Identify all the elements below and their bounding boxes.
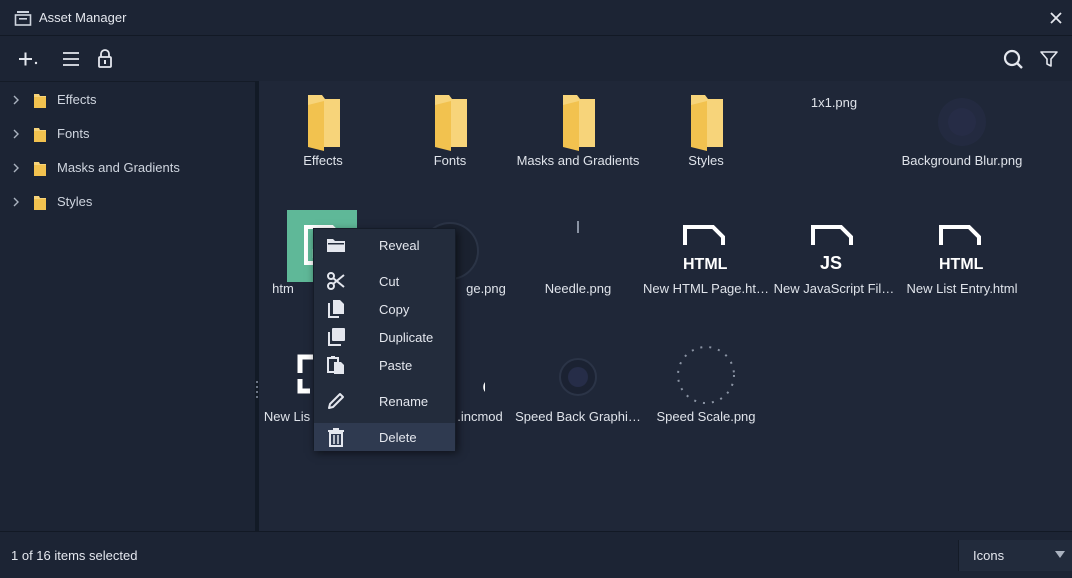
asset-name: 1x1.png: [810, 95, 858, 110]
image-thumbnail-icon: [938, 98, 986, 146]
status-bar: 1 of 16 items selected Icons: [0, 531, 1072, 578]
asset-name: Styles: [688, 153, 724, 168]
asset-folder-styles[interactable]: Styles: [642, 83, 770, 203]
asset-name: New JavaScript Fil…: [773, 281, 895, 296]
context-menu: Reveal Cut Copy Duplicate Paste Rename D…: [313, 228, 456, 451]
view-mode-select[interactable]: Icons: [958, 540, 1072, 571]
toolbar: [0, 37, 1072, 81]
image-thumbnail-icon: [577, 221, 579, 233]
html-file-icon: HTML: [939, 225, 984, 273]
tree-item-label: Masks and Gradients: [57, 160, 180, 175]
menu-item-paste[interactable]: Paste: [314, 351, 455, 379]
asset-folder-effects[interactable]: Effects: [259, 83, 387, 203]
splitter-grip-icon[interactable]: [256, 381, 258, 399]
html-file-icon: HTML: [683, 225, 728, 273]
asset-name: Effects: [303, 153, 343, 168]
asset-image-needle[interactable]: Needle.png: [514, 211, 642, 331]
asset-folder-masks-and-gradients[interactable]: Masks and Gradients: [514, 83, 642, 203]
asset-name: Fonts: [433, 153, 467, 168]
view-mode-value: Icons: [973, 548, 1005, 563]
asset-manager-icon: [14, 11, 32, 26]
window-title: Asset Manager: [39, 10, 127, 25]
asset-html-new-list-entry[interactable]: HTML New List Entry.html: [898, 211, 1026, 331]
plus-icon[interactable]: [16, 46, 42, 72]
asset-html-new-page[interactable]: HTML New HTML Page.ht…: [642, 211, 770, 331]
chevron-down-icon[interactable]: [1055, 551, 1065, 559]
tree-item-label: Fonts: [57, 126, 90, 141]
menu-item-rename[interactable]: Rename: [314, 387, 455, 415]
folder-icon: [563, 95, 595, 151]
asset-js-new-file[interactable]: JS New JavaScript Fil…: [770, 211, 898, 331]
paste-icon: [327, 356, 344, 374]
duplicate-icon: [328, 328, 345, 346]
menu-item-delete[interactable]: Delete: [314, 423, 455, 451]
image-thumbnail-icon: [559, 358, 597, 396]
svg-text:JS: JS: [820, 253, 842, 273]
trash-icon: [328, 428, 344, 447]
folder-icon: [435, 95, 467, 151]
tree-item-label: Styles: [57, 194, 93, 209]
folder-icon: [308, 95, 340, 151]
chevron-right-icon[interactable]: [10, 196, 22, 208]
asset-name: New List Entry.html: [906, 281, 1018, 296]
menu-item-copy[interactable]: Copy: [314, 295, 455, 323]
asset-image-background-blur[interactable]: Background Blur.png: [898, 83, 1026, 203]
selection-count: 1 of 16 items selected: [11, 548, 138, 563]
folder-icon: [34, 162, 46, 176]
title-bar: Asset Manager: [0, 0, 1072, 36]
tree-item-styles[interactable]: Styles: [0, 188, 255, 216]
asset-name: New HTML Page.ht…: [643, 281, 769, 296]
chevron-right-icon[interactable]: [10, 94, 22, 106]
asset-image-1x1[interactable]: 1x1.png: [770, 83, 898, 203]
pencil-icon: [328, 393, 344, 409]
menu-item-label: Copy: [379, 302, 410, 317]
menu-item-label: Rename: [379, 394, 429, 409]
menu-item-label: Cut: [379, 274, 400, 289]
folder-icon: [327, 239, 345, 252]
asset-folder-fonts[interactable]: Fonts: [386, 83, 514, 203]
chevron-right-icon[interactable]: [10, 162, 22, 174]
folder-tree: Effects Fonts Masks and Gradients Styles: [0, 81, 255, 531]
asset-name: Masks and Gradients: [516, 153, 640, 168]
menu-item-label: Reveal: [379, 238, 420, 253]
tree-item-effects[interactable]: Effects: [0, 86, 255, 114]
folder-icon: [34, 196, 46, 210]
lock-icon[interactable]: [92, 46, 118, 72]
scissors-icon: [327, 272, 345, 290]
tree-item-masks-and-gradients[interactable]: Masks and Gradients: [0, 154, 255, 182]
menu-item-duplicate[interactable]: Duplicate: [314, 323, 455, 351]
search-icon[interactable]: [1000, 46, 1026, 72]
svg-text:HTML: HTML: [939, 256, 984, 273]
asset-name: Background Blur.png: [901, 153, 1023, 168]
asset-name: Needle.png: [544, 281, 612, 296]
folder-icon: [691, 95, 723, 151]
js-file-icon: JS: [811, 225, 853, 273]
tree-item-label: Effects: [57, 92, 97, 107]
menu-item-label: Delete: [379, 430, 417, 445]
asset-name: Speed Scale.png: [656, 409, 756, 424]
asset-image-speed-scale[interactable]: Speed Scale.png: [642, 339, 770, 459]
tree-item-fonts[interactable]: Fonts: [0, 120, 255, 148]
folder-icon: [34, 94, 46, 108]
menu-item-label: Paste: [379, 358, 413, 373]
asset-name: Speed Back Graphi…: [515, 409, 641, 424]
close-icon[interactable]: [1046, 8, 1066, 28]
chevron-right-icon[interactable]: [10, 128, 22, 140]
folder-icon: [34, 128, 46, 142]
asset-image-speed-back[interactable]: Speed Back Graphi…: [514, 339, 642, 459]
filter-icon[interactable]: [1036, 46, 1062, 72]
image-thumbnail-icon: [677, 346, 735, 404]
copy-icon: [328, 300, 344, 318]
menu-item-reveal[interactable]: Reveal: [314, 231, 455, 259]
svg-text:HTML: HTML: [683, 256, 728, 273]
menu-item-label: Duplicate: [379, 330, 434, 345]
menu-item-cut[interactable]: Cut: [314, 267, 455, 295]
list-icon[interactable]: [58, 46, 84, 72]
